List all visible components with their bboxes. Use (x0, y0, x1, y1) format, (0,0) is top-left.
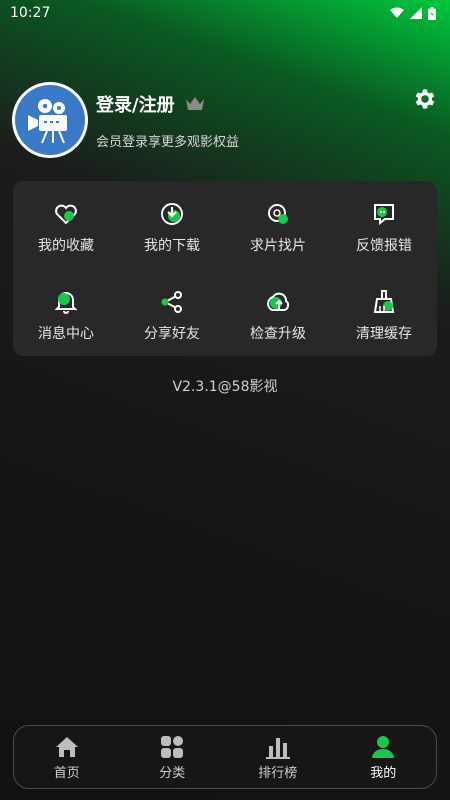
nav-label: 首页 (53, 765, 80, 781)
menu-label: 分享好友 (144, 326, 200, 342)
upgrade-icon (267, 292, 290, 311)
profile-text: 登录/注册 会员登录享更多观影权益 (96, 91, 239, 150)
nav-item-mine[interactable]: 我的 (331, 726, 437, 788)
status-icons (390, 6, 436, 20)
nav-label: 分类 (159, 765, 186, 781)
share-icon (161, 291, 182, 313)
login-register-link[interactable]: 登录/注册 (96, 91, 175, 117)
menu-item-messages[interactable]: 消息中心 (13, 269, 119, 356)
home-icon (55, 736, 78, 757)
avatar[interactable] (12, 82, 88, 158)
category-icon (161, 735, 184, 758)
battery-icon (428, 6, 436, 20)
menu-item-favorites[interactable]: 我的收藏 (13, 181, 119, 269)
broom-icon (373, 290, 395, 313)
version-text: V2.3.1@58影视 (172, 379, 278, 395)
ranking-icon (265, 737, 290, 759)
gear-icon[interactable] (412, 86, 438, 112)
nav-label: 我的 (370, 765, 397, 781)
bell-icon (54, 292, 78, 314)
menu-label: 检查升级 (250, 326, 306, 342)
menu-label: 清理缓存 (356, 326, 412, 342)
status-bar: 10:27 (0, 0, 450, 26)
user-icon (372, 735, 395, 758)
member-subtitle: 会员登录享更多观影权益 (96, 134, 240, 150)
bottom-nav: 首页 分类 排行榜 我的 (13, 725, 437, 789)
menu-label: 我的收藏 (38, 238, 94, 254)
menu-item-downloads[interactable]: 我的下载 (119, 181, 225, 269)
feedback-icon (374, 204, 394, 226)
download-icon (161, 203, 183, 225)
menu-item-request-film[interactable]: 求片找片 (225, 181, 331, 269)
heart-icon (55, 204, 77, 225)
menu-item-check-update[interactable]: 检查升级 (225, 269, 331, 356)
menu-item-share[interactable]: 分享好友 (119, 269, 225, 356)
nav-item-ranking[interactable]: 排行榜 (225, 726, 331, 788)
nav-item-home[interactable]: 首页 (14, 726, 120, 788)
status-time: 10:27 (10, 5, 51, 21)
signal-icon (410, 7, 422, 19)
login-row: 登录/注册 (96, 91, 239, 117)
nav-item-category[interactable]: 分类 (120, 726, 226, 788)
crown-icon (185, 96, 204, 110)
nav-label: 排行榜 (258, 765, 298, 781)
profile-header[interactable]: 登录/注册 会员登录享更多观影权益 (12, 80, 438, 160)
menu-card: 我的收藏 我的下载 求片找片 反馈报错 消息中心 分享好友 检查升级 清理缓存 (13, 181, 437, 356)
wifi-icon (390, 7, 404, 18)
menu-label: 求片找片 (250, 238, 306, 254)
menu-label: 反馈报错 (356, 238, 412, 254)
menu-item-feedback[interactable]: 反馈报错 (331, 181, 437, 269)
camera-avatar-icon (15, 85, 85, 155)
film-search-icon (268, 204, 288, 224)
menu-label: 我的下载 (144, 238, 200, 254)
menu-label: 消息中心 (38, 326, 94, 342)
menu-item-clear-cache[interactable]: 清理缓存 (331, 269, 437, 356)
